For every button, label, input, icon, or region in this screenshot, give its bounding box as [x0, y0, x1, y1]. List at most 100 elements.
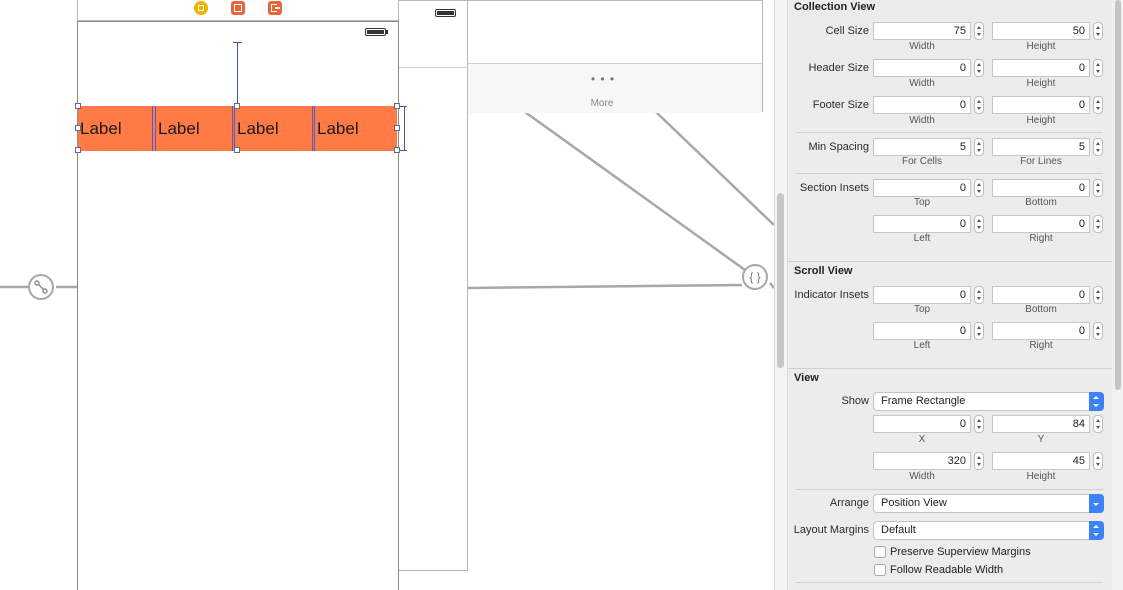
- indicator-inset-left-field[interactable]: 0: [873, 322, 971, 340]
- arrange-popup[interactable]: Position View: [873, 494, 1104, 513]
- section-inset-right-field[interactable]: 0: [992, 215, 1090, 233]
- section-insets-label: Section Insets: [799, 182, 869, 194]
- follow-readable-width-checkbox[interactable]: [874, 564, 886, 576]
- battery-icon: [365, 28, 386, 36]
- frame-y-field[interactable]: 84: [992, 415, 1090, 433]
- divider: [796, 582, 1103, 583]
- for-lines-caption: For Lines: [1020, 156, 1062, 167]
- frame-y-stepper[interactable]: [1093, 415, 1103, 433]
- chevron-down-icon: [1089, 494, 1104, 513]
- storyboard-canvas[interactable]: • • • More Label Label Label Label {}: [0, 0, 774, 590]
- indicator-inset-left-stepper[interactable]: [974, 322, 984, 340]
- section-inset-bottom-stepper[interactable]: [1093, 179, 1103, 197]
- frame-x-field[interactable]: 0: [873, 415, 971, 433]
- width-caption: Width: [909, 471, 935, 482]
- indicator-insets-label: Indicator Insets: [794, 289, 869, 301]
- min-spacing-lines-stepper[interactable]: [1093, 138, 1103, 156]
- x-caption: X: [918, 434, 926, 445]
- preserve-superview-margins-checkbox[interactable]: [874, 546, 886, 558]
- resize-handle[interactable]: [234, 147, 240, 153]
- collection-cell[interactable]: Label: [156, 106, 235, 151]
- exit-icon[interactable]: [268, 1, 282, 15]
- section-inset-top-stepper[interactable]: [974, 179, 984, 197]
- section-title-scroll-view: Scroll View: [794, 265, 853, 277]
- min-spacing-lines-field[interactable]: 5: [992, 138, 1090, 156]
- segue-link-icon[interactable]: [28, 274, 54, 300]
- indicator-inset-bottom-stepper[interactable]: [1093, 286, 1103, 304]
- constraint-cap: [233, 42, 242, 43]
- resize-handle[interactable]: [394, 103, 400, 109]
- section-inset-left-stepper[interactable]: [974, 215, 984, 233]
- view-controller-icon[interactable]: [194, 1, 208, 15]
- segue-relationship-icon[interactable]: { }: [742, 264, 768, 290]
- header-size-label: Header Size: [808, 62, 869, 74]
- collection-view[interactable]: Label Label Label Label: [78, 106, 397, 151]
- collection-cell[interactable]: Label: [78, 106, 156, 151]
- footer-width-stepper[interactable]: [974, 96, 984, 114]
- top-constraint[interactable]: [237, 42, 238, 106]
- more-tab-icon: • • •: [590, 72, 616, 86]
- section-divider: [788, 261, 1112, 262]
- frame-height-stepper[interactable]: [1093, 452, 1103, 470]
- footer-width-field[interactable]: 0: [873, 96, 971, 114]
- cell-label: Label: [80, 119, 122, 138]
- cell-width-stepper[interactable]: [974, 22, 984, 40]
- header-width-stepper[interactable]: [974, 59, 984, 77]
- min-spacing-cells-stepper[interactable]: [974, 138, 984, 156]
- frame-height-field[interactable]: 45: [992, 452, 1090, 470]
- collection-cell[interactable]: Label: [315, 106, 397, 151]
- left-caption: Left: [913, 233, 931, 244]
- left-caption: Left: [913, 340, 931, 351]
- footer-height-field[interactable]: 0: [992, 96, 1090, 114]
- resize-handle[interactable]: [75, 147, 81, 153]
- section-inset-right-stepper[interactable]: [1093, 215, 1103, 233]
- divider: [796, 132, 1103, 133]
- resize-handle[interactable]: [75, 125, 81, 131]
- show-popup[interactable]: Frame Rectangle: [873, 392, 1104, 411]
- arrange-label: Arrange: [829, 497, 869, 509]
- section-inset-left-field[interactable]: 0: [873, 215, 971, 233]
- divider: [796, 173, 1103, 174]
- width-constraint[interactable]: [404, 106, 405, 151]
- resize-handle[interactable]: [394, 147, 400, 153]
- show-label: Show: [841, 395, 869, 407]
- indicator-inset-top-field[interactable]: 0: [873, 286, 971, 304]
- layout-margins-label: Layout Margins: [793, 524, 869, 536]
- header-height-field[interactable]: 0: [992, 59, 1090, 77]
- cell-height-field[interactable]: 50: [992, 22, 1090, 40]
- footer-height-stepper[interactable]: [1093, 96, 1103, 114]
- constraint-cap: [400, 150, 407, 151]
- width-caption: Width: [909, 115, 935, 126]
- collection-cell[interactable]: Label: [235, 106, 315, 151]
- resize-handle[interactable]: [75, 103, 81, 109]
- inspector-scroll-thumb[interactable]: [1115, 0, 1121, 390]
- frame-width-stepper[interactable]: [974, 452, 984, 470]
- nav-bar-divider: [397, 67, 468, 68]
- min-spacing-cells-field[interactable]: 5: [873, 138, 971, 156]
- header-width-field[interactable]: 0: [873, 59, 971, 77]
- resize-handle[interactable]: [394, 125, 400, 131]
- height-caption: Height: [1026, 78, 1056, 89]
- indicator-inset-right-field[interactable]: 0: [992, 322, 1090, 340]
- first-responder-icon[interactable]: [231, 1, 245, 15]
- layout-margins-popup[interactable]: Default: [873, 521, 1104, 540]
- section-title-view: View: [794, 372, 819, 384]
- indicator-inset-bottom-field[interactable]: 0: [992, 286, 1090, 304]
- header-height-stepper[interactable]: [1093, 59, 1103, 77]
- right-caption: Right: [1029, 340, 1053, 351]
- canvas-scroll-thumb[interactable]: [777, 193, 784, 368]
- attributes-inspector: Collection View Cell Size 75 50 Width He…: [774, 0, 1123, 590]
- section-inset-top-field[interactable]: 0: [873, 179, 971, 197]
- cell-size-label: Cell Size: [825, 25, 869, 37]
- section-inset-bottom-field[interactable]: 0: [992, 179, 1090, 197]
- cell-height-stepper[interactable]: [1093, 22, 1103, 40]
- resize-handle[interactable]: [234, 103, 240, 109]
- top-caption: Top: [913, 197, 931, 208]
- frame-x-stepper[interactable]: [974, 415, 984, 433]
- cell-width-field[interactable]: 75: [873, 22, 971, 40]
- frame-width-field[interactable]: 320: [873, 452, 971, 470]
- background-scene[interactable]: [397, 0, 468, 571]
- min-spacing-label: Min Spacing: [808, 141, 869, 153]
- indicator-inset-right-stepper[interactable]: [1093, 322, 1103, 340]
- indicator-inset-top-stepper[interactable]: [974, 286, 984, 304]
